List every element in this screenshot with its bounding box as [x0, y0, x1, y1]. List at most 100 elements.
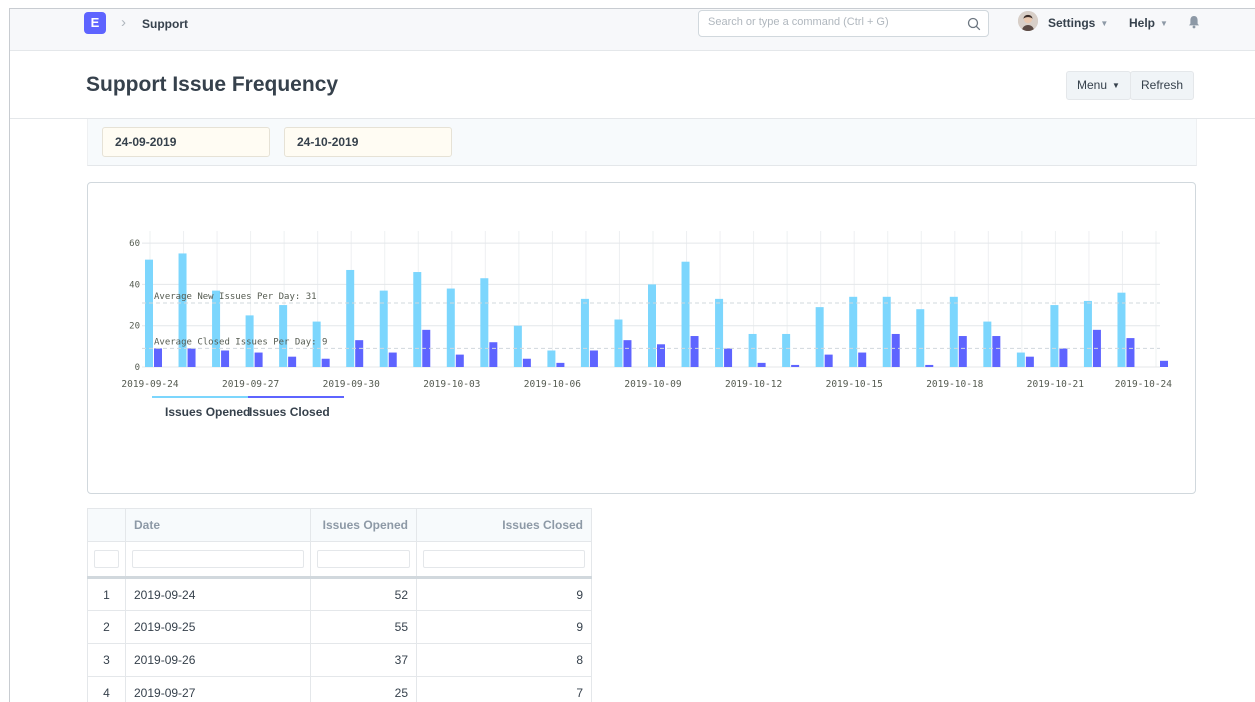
search-icon[interactable]	[967, 17, 981, 31]
bar-closed	[522, 358, 531, 367]
menu-button[interactable]: Menu ▼	[1066, 71, 1131, 100]
settings-label: Settings	[1048, 16, 1096, 30]
bar-closed	[1126, 338, 1135, 367]
from-date-field[interactable]: 24-09-2019	[102, 127, 270, 157]
search-box[interactable]	[698, 10, 989, 37]
settings-menu[interactable]: Settings ▼	[1048, 16, 1108, 30]
row-number: 2	[87, 610, 126, 644]
date-cell[interactable]: 2019-09-24	[125, 577, 311, 611]
x-tick-label: 2019-09-24	[121, 379, 178, 390]
date-cell[interactable]: 2019-09-27	[125, 676, 311, 702]
table-row[interactable]: 2 2019-09-25 55 9	[87, 610, 592, 644]
bar-opened	[178, 253, 187, 367]
opened-cell[interactable]: 25	[310, 676, 417, 702]
caret-down-icon: ▼	[1100, 19, 1109, 28]
opened-cell[interactable]: 52	[310, 577, 417, 611]
bar-opened	[513, 325, 522, 367]
opened-cell[interactable]: 37	[310, 643, 417, 677]
caret-down-icon: ▼	[1160, 19, 1168, 28]
bar-closed	[388, 352, 397, 367]
date-cell[interactable]: 2019-09-26	[125, 643, 311, 677]
bar-closed	[992, 336, 1001, 367]
bar-opened	[782, 333, 791, 367]
row-number: 3	[87, 643, 126, 677]
y-tick-label: 60	[129, 239, 140, 249]
help-label: Help	[1129, 16, 1156, 30]
breadcrumb-support[interactable]: Support	[142, 17, 188, 31]
help-menu[interactable]: Help ▼	[1129, 16, 1168, 30]
table-row[interactable]: 1 2019-09-24 52 9	[87, 577, 592, 611]
bar-closed	[925, 364, 934, 367]
bar-closed	[556, 362, 565, 367]
closed-filter-input[interactable]	[423, 550, 585, 568]
to-date-field[interactable]: 24-10-2019	[284, 127, 452, 157]
x-tick-label: 2019-10-18	[926, 379, 983, 390]
bar-closed	[187, 348, 196, 367]
bar-opened	[212, 290, 221, 367]
bar-opened	[413, 272, 422, 367]
closed-cell[interactable]: 7	[416, 676, 592, 702]
filter-input[interactable]	[94, 550, 119, 568]
opened-filter-input[interactable]	[317, 550, 410, 568]
app-logo[interactable]: E	[84, 12, 106, 34]
date-cell[interactable]: 2019-09-25	[125, 610, 311, 644]
column-header-opened[interactable]: Issues Opened	[310, 508, 417, 542]
legend-item-closed[interactable]: Issues Closed	[249, 405, 330, 419]
bar-closed	[824, 354, 833, 367]
bar-closed	[589, 350, 598, 367]
y-tick-label: 40	[129, 280, 140, 290]
legend-item-opened[interactable]: Issues Opened	[165, 405, 250, 419]
x-tick-label: 2019-10-03	[423, 379, 480, 390]
bar-opened	[815, 307, 824, 367]
navbar: E › Support Settings ▼ Help ▼	[10, 9, 1255, 51]
bar-opened	[145, 259, 153, 367]
table-row[interactable]: 3 2019-09-26 37 8	[87, 643, 592, 677]
legend-swatch-opened	[152, 396, 248, 398]
average-label: Average New Issues Per Day: 31	[154, 292, 317, 302]
bar-closed	[757, 362, 766, 367]
search-input[interactable]	[708, 16, 958, 28]
date-filter-input[interactable]	[132, 550, 304, 568]
bar-opened	[1050, 305, 1059, 367]
bar-opened	[849, 296, 858, 367]
column-header-closed[interactable]: Issues Closed	[416, 508, 592, 542]
table-row[interactable]: 4 2019-09-27 25 7	[87, 676, 592, 702]
chart-card: 0 20 40 60 Average New Issues Per Day: 31 Ave…	[87, 182, 1196, 494]
closed-cell[interactable]: 9	[416, 577, 592, 611]
bar-opened	[681, 261, 690, 367]
bar-closed	[254, 352, 263, 367]
bar-opened	[1083, 300, 1092, 367]
bar-closed	[1025, 356, 1034, 367]
bar-closed	[321, 358, 330, 367]
closed-cell[interactable]: 9	[416, 610, 592, 644]
bar-opened	[480, 278, 489, 367]
bar-closed	[623, 340, 632, 367]
bar-closed	[657, 344, 665, 367]
bell-icon[interactable]	[1188, 15, 1200, 29]
bar-closed	[1160, 360, 1168, 367]
refresh-button[interactable]: Refresh	[1130, 71, 1195, 100]
bar-closed	[791, 364, 800, 367]
filter-bar: 24-09-2019 24-10-2019	[87, 119, 1197, 166]
bar-closed	[355, 340, 364, 367]
bar-opened	[949, 296, 958, 367]
page-head: Support Issue Frequency Menu ▼ Refresh	[10, 51, 1255, 119]
bar-closed	[288, 356, 297, 367]
chart-canvas: 0 20 40 60 Average New Issues Per Day: 31 Ave…	[121, 231, 1172, 390]
bar-opened	[648, 284, 656, 367]
table-header-row: Date Issues Opened Issues Closed	[87, 508, 592, 542]
caret-down-icon: ▼	[1112, 81, 1120, 90]
user-avatar[interactable]	[1018, 11, 1038, 31]
closed-cell[interactable]: 8	[416, 643, 592, 677]
x-tick-label: 2019-10-09	[624, 379, 681, 390]
row-number: 4	[87, 676, 126, 702]
column-header-date[interactable]: Date	[125, 508, 311, 542]
opened-cell[interactable]: 55	[310, 610, 417, 644]
x-tick-label: 2019-09-27	[222, 379, 279, 390]
average-label: Average Closed Issues Per Day: 9	[154, 337, 327, 347]
bar-closed	[1059, 348, 1068, 367]
report-table: Date Issues Opened Issues Closed 1 2019-…	[87, 508, 592, 702]
bar-opened	[983, 321, 992, 367]
legend-swatch-closed	[248, 396, 344, 398]
y-tick-label: 20	[129, 322, 140, 332]
